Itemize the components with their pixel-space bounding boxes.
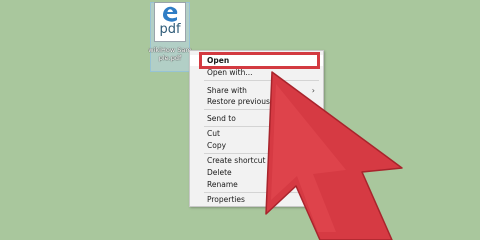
- desktop-file-icon[interactable]: pdf wikiHow Sample.pdf: [148, 2, 192, 72]
- menu-separator: [204, 192, 319, 193]
- menu-item-label: Rename: [207, 180, 238, 189]
- menu-item-restore-previous-versions[interactable]: Restore previous versions: [190, 96, 323, 107]
- menu-item-delete[interactable]: Delete: [190, 167, 323, 178]
- menu-item-rename[interactable]: Rename: [190, 179, 323, 190]
- file-name-label: wikiHow Sample.pdf: [148, 46, 192, 62]
- menu-separator: [204, 80, 319, 81]
- desktop[interactable]: pdf wikiHow Sample.pdf Open Open with...…: [0, 0, 480, 240]
- menu-item-cut[interactable]: Cut: [190, 128, 323, 139]
- open-highlight-box: [199, 52, 320, 69]
- menu-item-label: Cut: [207, 129, 220, 138]
- context-menu: Open Open with... Share with › Restore p…: [189, 50, 324, 207]
- menu-item-label: Create shortcut: [207, 156, 266, 165]
- edge-icon: [163, 6, 178, 22]
- menu-item-label: Properties: [207, 195, 245, 204]
- menu-item-share-with[interactable]: Share with ›: [190, 85, 323, 96]
- pdf-type-label: pdf: [159, 22, 181, 37]
- menu-item-label: Share with: [207, 86, 247, 95]
- menu-item-create-shortcut[interactable]: Create shortcut: [190, 155, 323, 166]
- menu-item-label: Open with...: [207, 68, 253, 77]
- menu-separator: [204, 153, 319, 154]
- menu-item-send-to[interactable]: Send to: [190, 113, 323, 124]
- menu-item-label: Delete: [207, 168, 232, 177]
- menu-item-label: Send to: [207, 114, 236, 123]
- menu-separator: [204, 126, 319, 127]
- submenu-arrow-icon: ›: [311, 86, 315, 95]
- menu-item-copy[interactable]: Copy: [190, 140, 323, 151]
- menu-separator: [204, 109, 319, 110]
- menu-item-label: Restore previous versions: [207, 97, 304, 106]
- menu-item-properties[interactable]: Properties: [190, 194, 323, 205]
- menu-item-label: Copy: [207, 141, 227, 150]
